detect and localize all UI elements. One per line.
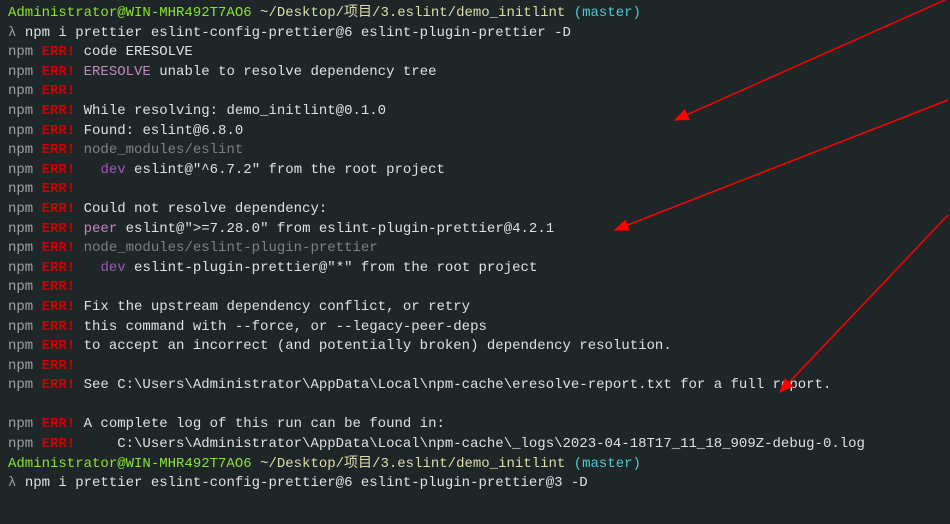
prompt-lambda: λ (8, 475, 25, 491)
npm-err-line: npm ERR! dev eslint-plugin-prettier@"*" … (8, 259, 942, 279)
npm-err-line: npm ERR! (8, 180, 942, 200)
prompt-path: ~/Desktop/项目/3.eslint/demo_initlint (252, 456, 566, 472)
prompt-path: ~/Desktop/项目/3.eslint/demo_initlint (252, 5, 566, 21)
npm-err-line: npm ERR! dev eslint@"^6.7.2" from the ro… (8, 161, 942, 181)
prompt-user: Administrator@WIN-MHR492T7AO6 (8, 5, 252, 21)
prompt-branch: (master) (565, 5, 641, 21)
npm-err-line: npm ERR! peer eslint@">=7.28.0" from esl… (8, 220, 942, 240)
npm-err-line: npm ERR! (8, 278, 942, 298)
blank-line (8, 396, 942, 416)
prompt-branch: (master) (565, 456, 641, 472)
command-text: npm i prettier eslint-config-prettier@6 … (25, 475, 588, 491)
command-line-2: λ npm i prettier eslint-config-prettier@… (8, 474, 942, 494)
npm-err-line: npm ERR! While resolving: demo_initlint@… (8, 102, 942, 122)
terminal-output[interactable]: Administrator@WIN-MHR492T7AO6 ~/Desktop/… (8, 4, 942, 494)
npm-err-line: npm ERR! code ERESOLVE (8, 43, 942, 63)
npm-err-line: npm ERR! See C:\Users\Administrator\AppD… (8, 376, 942, 396)
npm-err-line: npm ERR! this command with --force, or -… (8, 318, 942, 338)
npm-err-line: npm ERR! Found: eslint@6.8.0 (8, 122, 942, 142)
prompt-user: Administrator@WIN-MHR492T7AO6 (8, 456, 252, 472)
prompt-line-2: Administrator@WIN-MHR492T7AO6 ~/Desktop/… (8, 455, 942, 475)
npm-err-line: npm ERR! Could not resolve dependency: (8, 200, 942, 220)
npm-err-line: npm ERR! C:\Users\Administrator\AppData\… (8, 435, 942, 455)
command-text: npm i prettier eslint-config-prettier@6 … (25, 25, 571, 41)
npm-err-line: npm ERR! Fix the upstream dependency con… (8, 298, 942, 318)
command-line-1: λ npm i prettier eslint-config-prettier@… (8, 24, 942, 44)
npm-err-line: npm ERR! (8, 82, 942, 102)
prompt-line-1: Administrator@WIN-MHR492T7AO6 ~/Desktop/… (8, 4, 942, 24)
npm-err-line: npm ERR! node_modules/eslint (8, 141, 942, 161)
npm-err-line: npm ERR! (8, 357, 942, 377)
npm-err-line: npm ERR! A complete log of this run can … (8, 415, 942, 435)
npm-err-line: npm ERR! to accept an incorrect (and pot… (8, 337, 942, 357)
npm-err-line: npm ERR! node_modules/eslint-plugin-pret… (8, 239, 942, 259)
prompt-lambda: λ (8, 25, 25, 41)
npm-err-line: npm ERR! ERESOLVE unable to resolve depe… (8, 63, 942, 83)
